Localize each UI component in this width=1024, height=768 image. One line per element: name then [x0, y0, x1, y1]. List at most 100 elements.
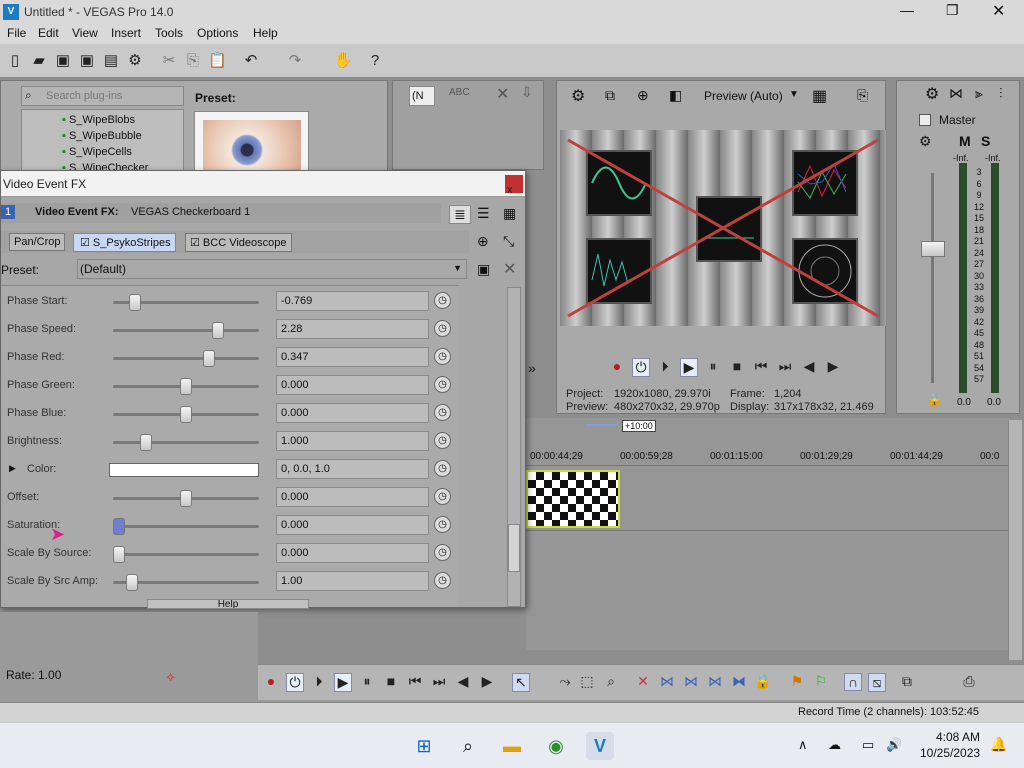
stop-icon[interactable]: ■ — [382, 673, 400, 689]
notification-bell-icon[interactable]: 🔔 — [990, 736, 1007, 753]
down-arrow-icon[interactable]: ⇩ — [521, 84, 533, 101]
menu-tools[interactable]: Tools — [155, 26, 183, 40]
selection-tool-icon[interactable]: ⬚ — [578, 673, 596, 690]
prev-frame-icon[interactable]: ◀ — [454, 673, 472, 690]
param-slider-track[interactable] — [113, 546, 259, 563]
open-folder-icon[interactable]: ▰ — [30, 52, 48, 70]
param-slider-track[interactable] — [113, 322, 259, 339]
marker-icon[interactable]: ⚑ — [788, 673, 806, 690]
animate-keyframe-icon[interactable]: ◷ — [434, 320, 451, 337]
param-slider-track[interactable] — [113, 574, 259, 591]
region-icon[interactable]: ⚐ — [812, 673, 830, 690]
search-icon[interactable]: ⌕ — [454, 732, 482, 760]
timeline-vscrollbar[interactable] — [1008, 420, 1022, 660]
snapping-icon[interactable]: ∩ — [844, 673, 862, 691]
pause-icon[interactable]: ⏸ — [358, 673, 376, 690]
volume-icon[interactable]: 🔊 — [886, 737, 902, 753]
insert-bus-icon[interactable]: ⋈ — [949, 85, 963, 102]
help-pointer-icon[interactable]: ? — [366, 52, 384, 70]
auto-crossfade-icon[interactable]: ⧅ — [868, 673, 886, 692]
clock-time[interactable]: 4:08 AM — [936, 730, 980, 744]
param-slider-thumb[interactable] — [113, 546, 125, 563]
param-slider-track[interactable] — [113, 378, 259, 395]
zoom-tool-icon[interactable]: ⌕ — [602, 673, 620, 690]
rate-slider-icon[interactable]: ⟡ — [166, 668, 175, 685]
param-slider-thumb[interactable] — [202, 350, 215, 367]
param-slider-track[interactable] — [113, 518, 259, 535]
mixer-icon[interactable]: ⫸ — [975, 85, 983, 102]
event-tool-icon[interactable]: ✋ — [334, 52, 353, 70]
param-slider-track[interactable] — [113, 294, 259, 311]
menu-edit[interactable]: Edit — [38, 26, 59, 40]
param-value-field[interactable]: 0.000 — [276, 375, 429, 395]
lock-envelopes-icon[interactable]: ⎙ — [960, 673, 978, 690]
param-slider-thumb[interactable] — [180, 490, 192, 507]
redo-icon[interactable]: ↷ — [286, 52, 304, 70]
solo-button[interactable]: S — [981, 133, 990, 149]
split-icon[interactable]: ⋈ — [706, 673, 724, 690]
param-value-field[interactable]: 0, 0.0, 1.0 — [276, 459, 429, 479]
play-icon[interactable]: ▶ — [680, 358, 698, 377]
menu-insert[interactable]: Insert — [111, 26, 141, 40]
copy-snapshot-icon[interactable]: ⎘ — [857, 87, 868, 104]
param-value-field[interactable]: 1.000 — [276, 431, 429, 451]
master-fader-handle[interactable] — [921, 241, 945, 257]
param-slider-track[interactable] — [113, 406, 259, 423]
envelope-tool-icon[interactable]: ⤳ — [556, 673, 574, 690]
animate-keyframe-icon[interactable]: ◷ — [434, 572, 451, 589]
pause-icon[interactable]: ⏸ — [704, 358, 722, 375]
overlay-icon[interactable]: ◧ — [669, 87, 682, 104]
split-screen-icon[interactable]: ⊕ — [637, 87, 649, 104]
trim-end-icon[interactable]: ⋈ — [682, 673, 700, 690]
master-settings-icon[interactable]: ⚙ — [925, 84, 939, 104]
param-slider-thumb[interactable] — [113, 518, 125, 535]
animate-keyframe-icon[interactable]: ◷ — [434, 348, 451, 365]
preview-settings-gear-icon[interactable]: ⚙ — [571, 86, 585, 106]
param-value-field[interactable]: -0.769 — [276, 291, 429, 311]
go-to-end-icon[interactable]: ⏭ — [776, 358, 794, 375]
stop-icon[interactable]: ■ — [728, 358, 746, 374]
close-window-button[interactable]: ✕ — [992, 1, 1005, 21]
color-swatch[interactable] — [109, 463, 259, 477]
expand-arrow-icon[interactable]: ▶ — [9, 463, 16, 474]
video-event-clip[interactable] — [526, 470, 620, 528]
menu-options[interactable]: Options — [197, 26, 238, 40]
help-button[interactable]: Help — [147, 599, 309, 609]
scroll-thumb[interactable] — [508, 524, 520, 572]
tab-pan-crop[interactable]: Pan/Crop — [9, 233, 66, 251]
chrome-icon[interactable]: ◉ — [542, 732, 570, 760]
chevron-up-icon[interactable]: ∧ — [798, 737, 808, 753]
animate-keyframe-icon[interactable]: ◷ — [434, 488, 451, 505]
delete-icon[interactable]: ✕ — [496, 84, 509, 104]
animate-keyframe-icon[interactable]: ◷ — [434, 432, 451, 449]
clock-date[interactable]: 10/25/2023 — [920, 746, 980, 760]
play-from-start-icon[interactable]: ⏵ — [656, 358, 674, 375]
faders-icon[interactable]: ⫶ — [999, 85, 1003, 102]
cut-icon[interactable]: ✂ — [160, 52, 178, 70]
mute-button[interactable]: M — [959, 133, 971, 149]
play-icon[interactable]: ▶ — [334, 673, 352, 692]
param-value-field[interactable]: 2.28 — [276, 319, 429, 339]
fx-chain-icon[interactable]: ⚙ — [919, 133, 932, 150]
save-as-icon[interactable]: ▣ — [78, 52, 96, 70]
tab-bcc-videoscope[interactable]: ☑ BCC Videoscope — [185, 233, 292, 252]
paste-icon[interactable]: 📋 — [208, 52, 227, 70]
animate-keyframe-icon[interactable]: ◷ — [434, 292, 451, 309]
param-value-field[interactable]: 0.000 — [276, 515, 429, 535]
param-slider-thumb[interactable] — [212, 322, 225, 339]
delete-preset-icon[interactable]: ✕ — [503, 259, 516, 279]
record-icon[interactable]: ● — [608, 358, 626, 374]
grid-view-icon[interactable]: ▦ — [503, 205, 516, 222]
lock-icon[interactable]: 🔒 — [927, 393, 942, 407]
plugin-item[interactable]: ▪ S_WipeBubble — [62, 130, 142, 142]
ripple-icon[interactable]: ⧓ — [730, 673, 748, 690]
param-slider-track[interactable] — [113, 490, 259, 507]
param-value-field[interactable]: 0.000 — [276, 403, 429, 423]
param-slider-track[interactable] — [113, 350, 259, 367]
vegas-app-icon[interactable]: V — [586, 732, 614, 760]
preset-dropdown[interactable]: (Default) ▼ — [77, 259, 467, 279]
param-slider-thumb[interactable] — [126, 574, 139, 591]
prev-frame-icon[interactable]: ◀ — [800, 358, 818, 375]
render-icon[interactable]: ▤ — [102, 52, 120, 70]
animate-keyframe-icon[interactable]: ◷ — [434, 544, 451, 561]
